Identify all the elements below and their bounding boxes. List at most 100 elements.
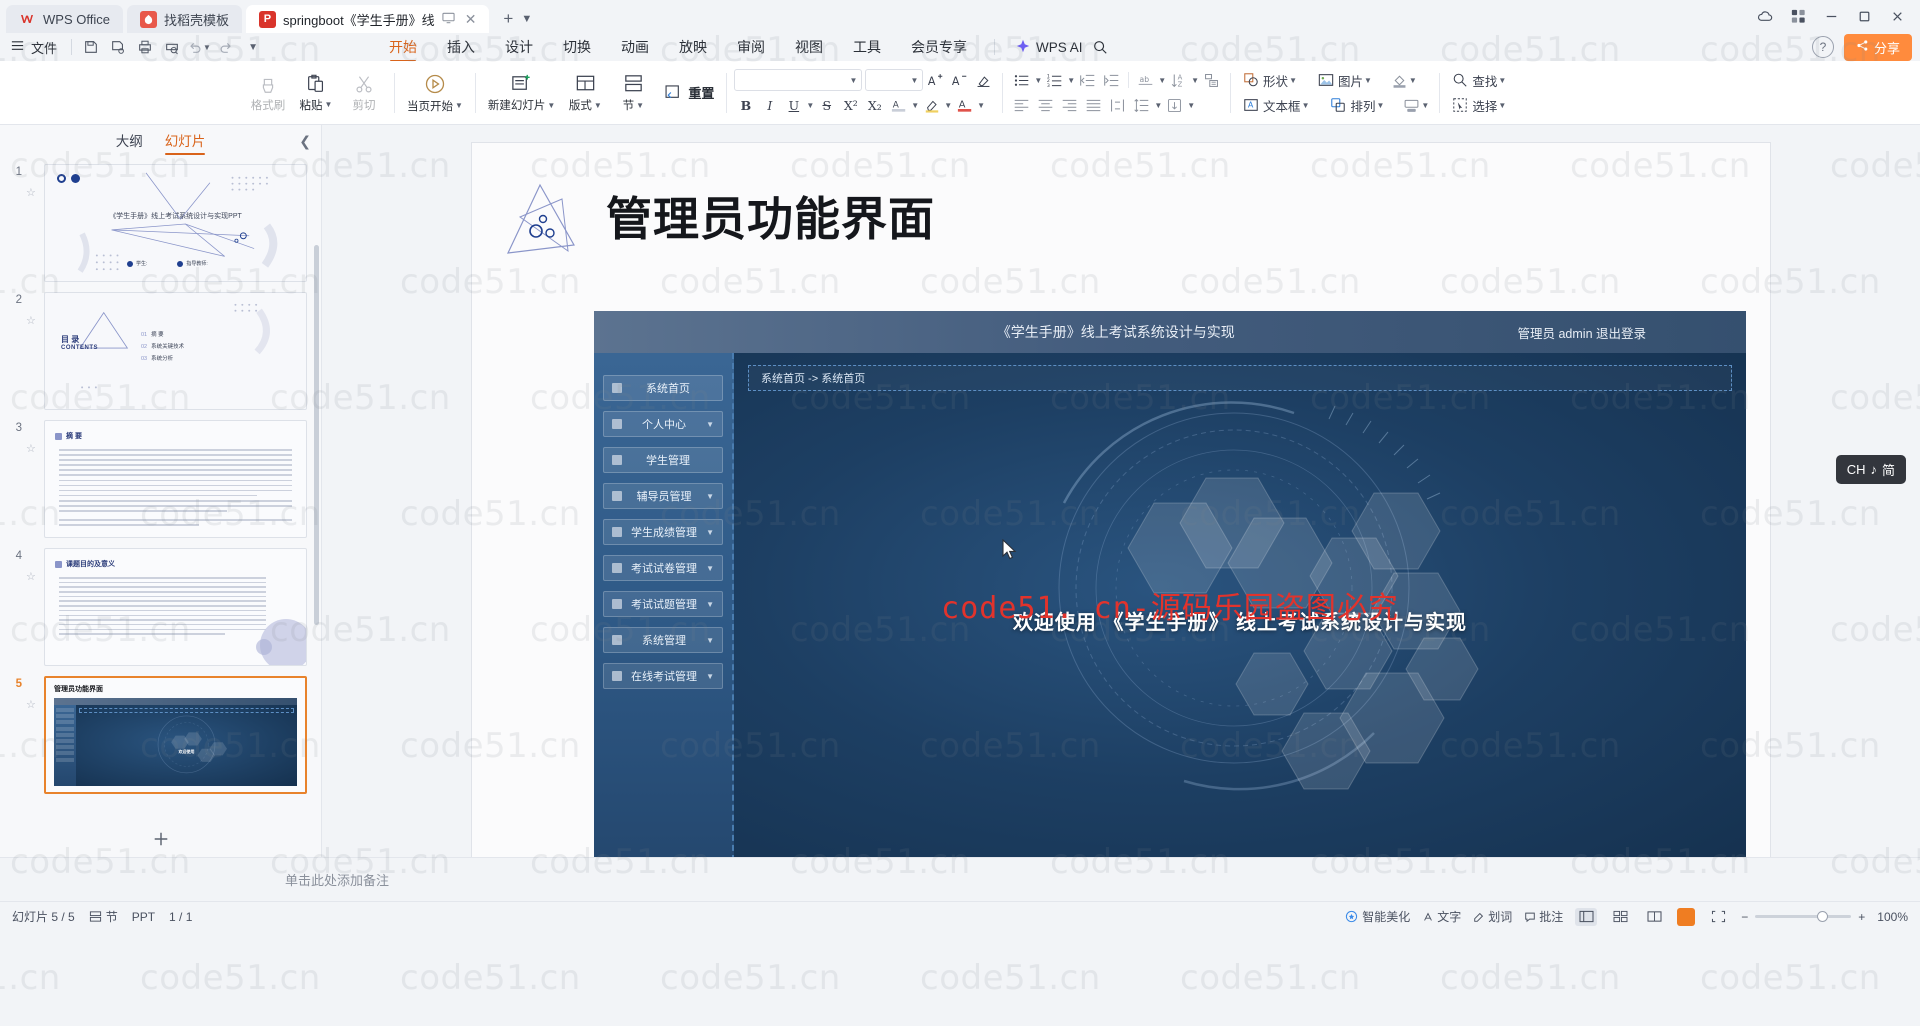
file-menu-button[interactable]: 文件 — [8, 38, 65, 57]
chevron-down-icon[interactable]: ▼ — [1187, 101, 1195, 110]
smart-beautify-button[interactable]: 智能美化 — [1345, 908, 1410, 925]
view-slideshow-button[interactable] — [1677, 907, 1696, 926]
maximize-button[interactable] — [1849, 4, 1879, 28]
fit-to-window-button[interactable] — [1707, 908, 1729, 926]
panel-scrollbar[interactable] — [314, 245, 319, 625]
new-slide-button[interactable]: 新建幻灯片 ▼ — [483, 69, 560, 116]
print-preview-icon[interactable] — [159, 35, 185, 59]
thumbnail-slide-5[interactable]: 5 ☆ 管理员功能界面 欢迎使用 — [0, 671, 321, 799]
bullets-icon[interactable] — [1010, 69, 1033, 91]
zoom-level-label[interactable]: 100% — [1877, 910, 1908, 924]
section-label[interactable]: 节 — [89, 908, 118, 925]
chevron-down-icon[interactable]: ▼ — [1067, 76, 1075, 85]
strikethrough-icon[interactable]: S — [815, 94, 838, 116]
text-effects-icon[interactable]: ab — [1134, 69, 1157, 91]
slide-title[interactable]: 管理员功能界面 — [606, 183, 935, 249]
align-left-icon[interactable] — [1010, 94, 1033, 116]
distribute-icon[interactable] — [1106, 94, 1129, 116]
zoom-out-icon[interactable]: − — [1741, 910, 1748, 924]
arrange-button[interactable]: 排列 ▼ — [1325, 94, 1389, 116]
decrease-font-size-icon[interactable]: A — [948, 69, 971, 91]
chevron-down-icon[interactable]: ▼ — [977, 101, 985, 110]
minimize-button[interactable] — [1816, 4, 1846, 28]
thumbnail-slide-4[interactable]: 4 ☆ 课题目的及意义 — [0, 543, 321, 671]
close-icon[interactable]: ✕ — [465, 11, 477, 28]
picture-button[interactable]: 图片 ▼ — [1313, 69, 1377, 91]
superscript-icon[interactable]: X² — [839, 94, 862, 116]
redo-icon[interactable] — [213, 35, 239, 59]
cloud-sync-icon[interactable] — [1750, 4, 1780, 28]
ribbon-tab-design[interactable]: 设计 — [490, 35, 548, 59]
thumbnail-slide-2[interactable]: 2 ☆ 目 录 CONTENTS 01 摘 要 02 系统关键技术 03 系统分… — [0, 287, 321, 415]
ime-status-chip[interactable]: CH ♪ 简 — [1835, 455, 1906, 484]
zoom-in-icon[interactable]: + — [1858, 910, 1865, 924]
shapes-button[interactable]: 形状 ▼ — [1238, 69, 1302, 91]
undo-icon[interactable]: ▼ — [186, 35, 212, 59]
view-reading-button[interactable] — [1643, 908, 1665, 926]
tab-find-template[interactable]: 找稻壳模板 — [126, 5, 242, 33]
chevron-down-icon[interactable]: ▼ — [521, 13, 532, 25]
layout-button[interactable]: 版式 ▼ — [562, 69, 608, 116]
chevron-down-icon[interactable]: ▼ — [1158, 76, 1166, 85]
chevron-down-icon[interactable]: ▼ — [806, 101, 814, 110]
ribbon-tab-slideshow[interactable]: 放映 — [664, 35, 722, 59]
favorite-icon[interactable]: ☆ — [26, 420, 40, 538]
save-as-icon[interactable] — [105, 35, 131, 59]
apps-grid-icon[interactable] — [1783, 4, 1813, 28]
format-painter-button[interactable]: 格式刷 — [245, 70, 291, 116]
fill-color-button[interactable]: ▼ — [1388, 69, 1420, 91]
underline-icon[interactable]: U — [782, 94, 805, 116]
justify-icon[interactable] — [1082, 94, 1105, 116]
find-button[interactable]: 查找 ▼ — [1447, 69, 1511, 91]
text-highlight-icon[interactable] — [920, 94, 943, 116]
favorite-icon[interactable]: ☆ — [26, 676, 40, 794]
align-center-icon[interactable] — [1034, 94, 1057, 116]
section-button[interactable]: 节 ▼ — [610, 69, 656, 116]
font-color-icon[interactable]: A — [953, 94, 976, 116]
chevron-down-icon[interactable]: ▼ — [1191, 76, 1199, 85]
subscript-icon[interactable]: X₂ — [863, 94, 886, 116]
chevron-down-icon[interactable]: ▼ — [1154, 101, 1162, 110]
ribbon-tab-start[interactable]: 开始 — [374, 35, 432, 59]
search-icon[interactable] — [1087, 35, 1113, 59]
present-monitor-icon[interactable] — [442, 11, 455, 27]
ribbon-tab-transition[interactable]: 切换 — [548, 35, 606, 59]
tab-slides[interactable]: 幻灯片 — [164, 130, 205, 155]
favorite-icon[interactable]: ☆ — [26, 164, 40, 282]
bold-icon[interactable]: B — [734, 94, 757, 116]
textbox-button[interactable]: A 文本框 ▼ — [1238, 94, 1314, 116]
clear-formatting-icon[interactable] — [972, 69, 995, 91]
chevron-down-icon[interactable]: ▼ — [911, 101, 919, 110]
favorite-icon[interactable]: ☆ — [26, 548, 40, 666]
chevron-left-icon[interactable]: ❮ — [299, 133, 311, 150]
print-icon[interactable] — [132, 35, 158, 59]
ribbon-tab-member[interactable]: 会员专享 — [896, 35, 982, 59]
chevron-down-icon[interactable]: ▼ — [1034, 76, 1042, 85]
customize-toolbar-icon[interactable]: ▼ — [240, 35, 266, 59]
view-sorter-button[interactable] — [1609, 908, 1631, 926]
speaker-notes-area[interactable]: 单击此处添加备注 — [0, 857, 1920, 901]
ribbon-tab-insert[interactable]: 插入 — [432, 35, 490, 59]
admin-interface-screenshot[interactable]: 《学生手册》线上考试系统设计与实现 管理员 admin 退出登录 系统首页 个人… — [594, 311, 1746, 871]
character-shading-icon[interactable]: A — [887, 94, 910, 116]
tool-text-button[interactable]: 文字 — [1422, 908, 1461, 925]
font-name-select[interactable]: ▼ — [734, 69, 863, 91]
italic-icon[interactable]: I — [758, 94, 781, 116]
ribbon-tab-animation[interactable]: 动画 — [606, 35, 664, 59]
smartart-icon[interactable] — [1200, 69, 1223, 91]
ribbon-tab-review[interactable]: 审阅 — [722, 35, 780, 59]
thumbnail-list[interactable]: 1 ☆ 《学生手册》线上考试系统设计与实现PPT 学生: 指导教师: 2 ☆ 目… — [0, 155, 321, 821]
zoom-knob[interactable] — [1817, 911, 1829, 922]
wps-ai-button[interactable]: WPS AI — [1015, 38, 1083, 57]
thumbnail-slide-1[interactable]: 1 ☆ 《学生手册》线上考试系统设计与实现PPT 学生: 指导教师: — [0, 159, 321, 287]
play-from-current-button[interactable]: 当页开始 ▼ — [402, 69, 468, 117]
reset-button[interactable]: 重置 — [658, 79, 719, 106]
cut-button[interactable]: 剪切 — [341, 70, 387, 116]
ribbon-tab-view[interactable]: 视图 — [780, 35, 838, 59]
add-slide-button[interactable] — [0, 821, 321, 857]
increase-indent-icon[interactable] — [1100, 69, 1123, 91]
ribbon-tab-tools[interactable]: 工具 — [838, 35, 896, 59]
zoom-slider[interactable]: − + — [1741, 910, 1865, 924]
increase-font-size-icon[interactable]: A — [924, 69, 947, 91]
save-icon[interactable] — [78, 35, 104, 59]
